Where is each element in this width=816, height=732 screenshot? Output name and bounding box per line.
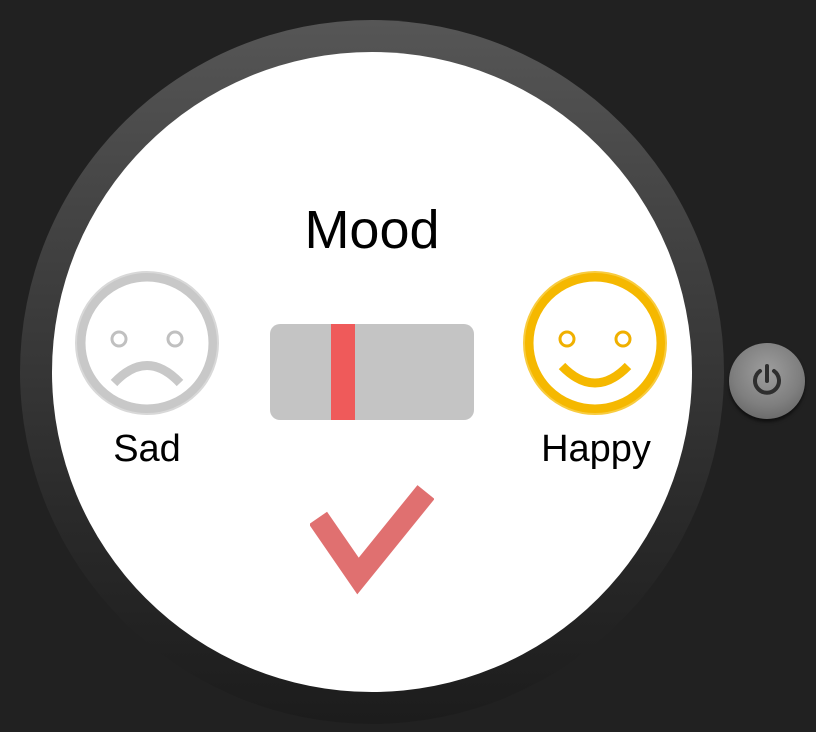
sad-face-icon [72, 268, 222, 418]
mood-slider[interactable] [270, 324, 474, 420]
happy-face-icon [520, 268, 670, 418]
screen: Mood Sad Happy [0, 0, 816, 732]
sad-label: Sad [113, 428, 181, 470]
watch-face: Mood Sad Happy [52, 52, 692, 692]
checkmark-icon [310, 485, 434, 595]
confirm-button[interactable] [310, 480, 434, 596]
happy-label: Happy [541, 428, 651, 470]
power-button[interactable] [729, 343, 805, 419]
mood-slider-thumb[interactable] [331, 324, 355, 420]
page-title: Mood [304, 200, 440, 260]
power-icon [753, 364, 781, 395]
